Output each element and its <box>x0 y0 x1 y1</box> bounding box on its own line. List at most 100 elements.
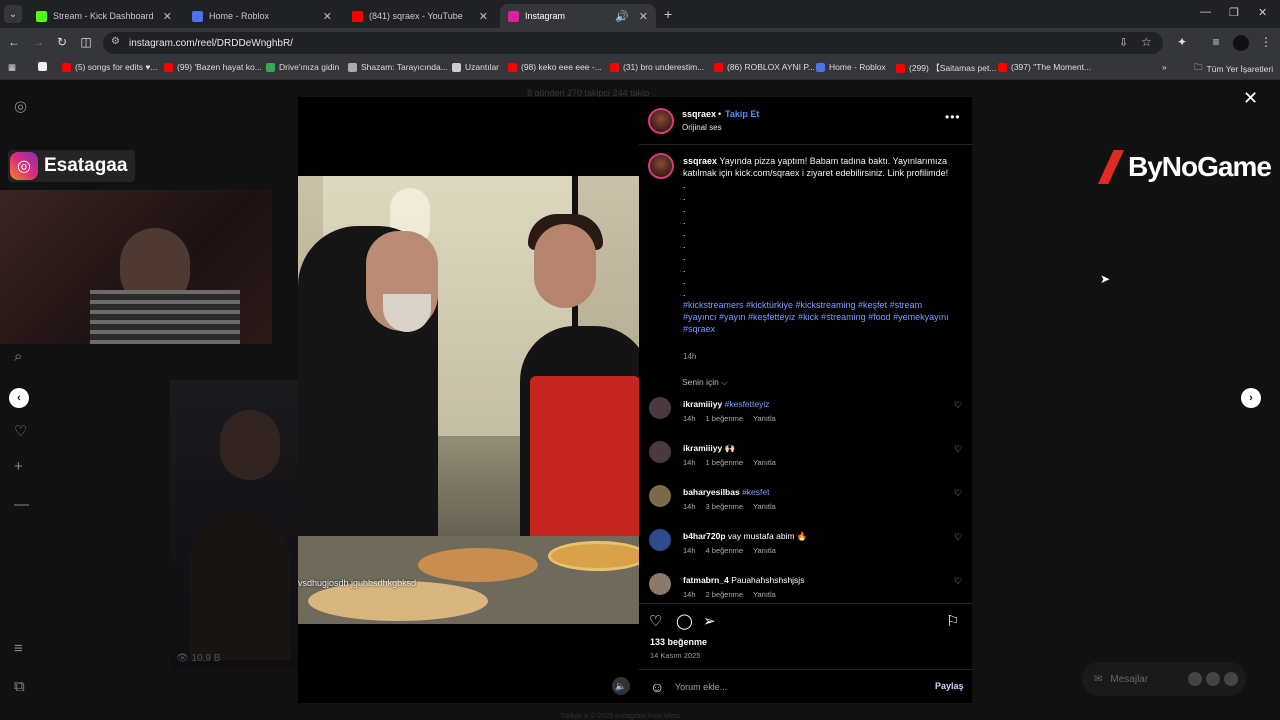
post-comment-button[interactable]: Paylaş <box>935 681 964 691</box>
apps-icon[interactable]: ▦ <box>8 62 16 73</box>
reel-video-player[interactable]: vsdhugjosdb jguhbsdhkgbksd 🔈 <box>298 97 639 703</box>
previous-post-button[interactable]: ‹ <box>9 388 29 408</box>
comment-text: 🙌🏻 <box>724 443 736 453</box>
comment-likes[interactable]: 2 beğenme <box>706 590 744 599</box>
commenter-avatar[interactable] <box>649 441 671 463</box>
bookmark-item[interactable]: Uzantılar <box>452 62 499 72</box>
audio-label[interactable]: Orijinal ses <box>682 123 722 132</box>
bookmark-item[interactable]: (98) keko eee eee -... <box>508 62 602 72</box>
comment-likes[interactable]: 4 beğenme <box>706 546 744 555</box>
more-dash-icon[interactable]: — <box>14 496 29 513</box>
address-bar[interactable]: ⚙ instagram.com/reel/DRDDeWnghbR/ ⇩ ☆ <box>103 32 1163 54</box>
like-comment-heart-icon[interactable]: ♡ <box>954 532 962 543</box>
like-comment-heart-icon[interactable]: ♡ <box>954 576 962 587</box>
reply-button[interactable]: Yanıtla <box>753 590 776 599</box>
bookmark-item[interactable]: (86) ROBLOX AYNI P... <box>714 62 815 72</box>
next-post-button[interactable]: › <box>1241 388 1261 408</box>
back-icon[interactable]: ← <box>6 35 22 49</box>
more-options-icon[interactable]: ••• <box>945 110 961 124</box>
close-tab-icon[interactable]: ✕ <box>479 10 488 23</box>
caption-author-avatar[interactable] <box>648 153 674 179</box>
reload-icon[interactable]: ↻ <box>54 35 70 49</box>
close-tab-icon[interactable]: ✕ <box>639 10 648 23</box>
comment-likes[interactable]: 1 beğenme <box>706 458 744 467</box>
author-avatar[interactable] <box>648 108 674 134</box>
caption-username[interactable]: ssqraex <box>683 156 717 166</box>
extensions-icon[interactable]: ✦ <box>1174 35 1190 49</box>
bookmark-item[interactable]: Home - Roblox <box>816 62 886 72</box>
reply-button[interactable]: Yanıtla <box>753 502 776 511</box>
comment-likes[interactable]: 1 beğenme <box>706 414 744 423</box>
tab-kick-dashboard[interactable]: Stream - Kick Dashboard ✕ <box>28 4 180 28</box>
reply-button[interactable]: Yanıtla <box>753 414 776 423</box>
commenter-username[interactable]: b4har720p <box>683 531 726 541</box>
commenter-username[interactable]: baharyesilbas <box>683 487 740 497</box>
install-app-icon[interactable]: ⇩ <box>1119 36 1128 49</box>
media-control-icon[interactable]: ≡ <box>1208 35 1224 49</box>
author-username[interactable]: ssqraex <box>682 109 716 119</box>
like-comment-heart-icon[interactable]: ♡ <box>954 400 962 411</box>
instagram-logo-icon[interactable]: ◎ <box>14 97 27 115</box>
mute-toggle-button[interactable]: 🔈 <box>612 677 630 695</box>
also-from-meta-icon[interactable]: ⧉ <box>14 678 25 695</box>
bookmark-item[interactable]: Shazam: Tarayıcında... <box>348 62 448 72</box>
comment-sort-dropdown[interactable]: Senin için ⌵ <box>682 377 728 388</box>
follow-button[interactable]: Takip Et <box>725 109 759 119</box>
close-tab-icon[interactable]: ✕ <box>323 10 332 23</box>
create-plus-icon[interactable]: + <box>14 458 23 475</box>
side-panel-icon[interactable]: ◫ <box>78 35 94 49</box>
bookmark-item[interactable]: (99) 'Bazen hayat ko... <box>164 62 262 72</box>
emoji-picker-icon[interactable]: ☺ <box>650 679 664 695</box>
like-heart-icon[interactable]: ♡ <box>649 612 662 630</box>
forward-icon[interactable]: → <box>30 35 46 49</box>
tab-youtube[interactable]: (841) sqraex - YouTube ✕ <box>344 4 496 28</box>
profile-avatar[interactable] <box>1233 35 1249 51</box>
site-info-icon[interactable]: ⚙ <box>111 36 120 47</box>
restore-button[interactable]: ❐ <box>1229 6 1239 19</box>
commenter-avatar[interactable] <box>649 529 671 551</box>
bookmark-a[interactable] <box>38 62 51 71</box>
new-tab-button[interactable]: + <box>664 6 672 22</box>
commenter-avatar[interactable] <box>649 397 671 419</box>
bookmark-item[interactable]: Drive'ınıza gidin <box>266 62 339 72</box>
menu-icon[interactable]: ⋮ <box>1258 35 1274 49</box>
all-bookmarks-folder[interactable]: 🗀 Tüm Yer İşaretleri <box>1194 62 1273 76</box>
comment-likes[interactable]: 3 beğenme <box>706 502 744 511</box>
commenter-username[interactable]: ikramiiiyy <box>683 443 722 453</box>
commenter-avatar[interactable] <box>649 485 671 507</box>
like-count[interactable]: 133 beğenme <box>650 637 707 647</box>
like-comment-heart-icon[interactable]: ♡ <box>954 488 962 499</box>
bookmark-star-icon[interactable]: ☆ <box>1141 35 1152 49</box>
bookmark-item[interactable]: (397) "The Moment... <box>998 62 1091 72</box>
notifications-heart-icon[interactable]: ♡ <box>14 422 27 440</box>
share-send-icon[interactable]: ➢ <box>703 612 716 630</box>
tab-roblox[interactable]: Home - Roblox ✕ <box>184 4 340 28</box>
comment-input[interactable] <box>675 679 915 695</box>
comment-text[interactable]: #kesfetteyiz <box>725 399 770 409</box>
reply-button[interactable]: Yanıtla <box>753 458 776 467</box>
menu-hamburger-icon[interactable]: ≡ <box>14 640 23 657</box>
caption-hashtags[interactable]: #kickstreamers #kicktürkiye #kickstreami… <box>683 299 953 335</box>
audio-playing-icon[interactable]: 🔊 <box>615 10 629 23</box>
comment-item: baharyesilbas #kesfet 14h 3 beğenme Yanıtl… <box>649 485 962 525</box>
like-comment-heart-icon[interactable]: ♡ <box>954 444 962 455</box>
reply-button[interactable]: Yanıtla <box>753 546 776 555</box>
commenter-username[interactable]: fatmabrn_4 <box>683 575 729 585</box>
close-window-button[interactable]: ✕ <box>1258 6 1267 19</box>
bookmark-item[interactable]: (5) songs for edits ♥... <box>62 62 158 72</box>
commenter-avatar[interactable] <box>649 573 671 595</box>
comment-text[interactable]: #kesfet <box>742 487 769 497</box>
minimize-button[interactable]: — <box>1200 6 1211 18</box>
comment-bubble-icon[interactable]: ◯ <box>676 612 693 630</box>
bookmark-item[interactable]: (31) bro underestim... <box>610 62 704 72</box>
tab-instagram[interactable]: Instagram 🔊 ✕ <box>500 4 656 28</box>
tab-search-button[interactable]: ⌄ <box>4 5 22 23</box>
messages-button[interactable]: ✉ Mesajlar <box>1082 662 1246 696</box>
more-bookmarks-icon[interactable]: » <box>1162 62 1167 72</box>
close-modal-button[interactable]: ✕ <box>1243 88 1258 109</box>
save-bookmark-icon[interactable]: ⚐ <box>946 612 959 630</box>
bookmark-item[interactable]: (299) 【Saitamas pet... <box>896 62 996 74</box>
commenter-username[interactable]: ikramiiiyy <box>683 399 722 409</box>
search-icon[interactable]: ⌕ <box>14 348 22 365</box>
close-tab-icon[interactable]: ✕ <box>163 10 172 23</box>
